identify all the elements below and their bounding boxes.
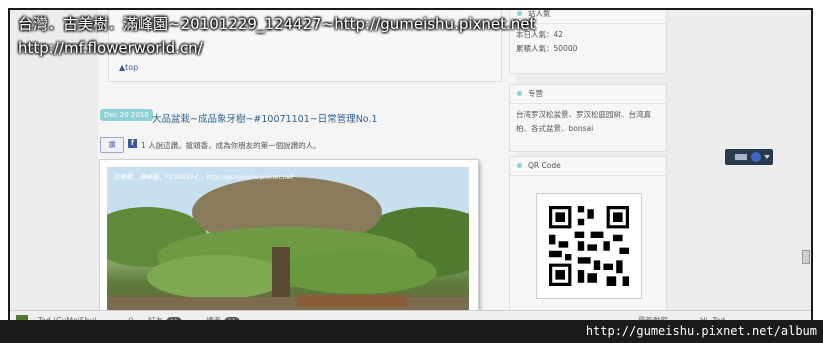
post-title-link[interactable]: 大品盆栽~成品象牙樹~#10071101~日常管理No.1 bbox=[152, 111, 378, 125]
scrollbar-thumb[interactable] bbox=[802, 250, 810, 264]
overlay-url: http://mf.flowerworld.cn/ bbox=[18, 39, 203, 57]
post-photo[interactable]: 古美樹．滿峰園．P1200334 ．http://gumeishu.pixnet… bbox=[100, 160, 478, 314]
specialty-text: 台湾罗汉松盆景、罗汉松庭园树、台湾真柏、各式盆景、bonsai bbox=[516, 110, 651, 133]
widget-bar-icon bbox=[735, 154, 747, 160]
qr-code-widget: QR Code bbox=[509, 156, 667, 314]
qr-code-icon bbox=[549, 206, 629, 286]
bonsai-photo: 古美樹．滿峰園．P1200334 ．http://gumeishu.pixnet… bbox=[107, 167, 469, 314]
facebook-like-button[interactable]: 讚 bbox=[100, 137, 124, 153]
overlay-title: 台灣．古美樹．滿峰園~20101229_124427~http://gumeis… bbox=[18, 15, 536, 33]
qr-code-image[interactable] bbox=[536, 193, 642, 299]
total-visitors: 累積人氣：50000 bbox=[516, 44, 578, 53]
back-to-top-link[interactable]: ▲top bbox=[119, 63, 138, 72]
album-watermark-bar: http://gumeishu.pixnet.net/album bbox=[0, 320, 823, 343]
screenshot-frame: ▲top Dec 20 2010 大品盆栽~成品象牙樹~#10071101~日常… bbox=[0, 0, 823, 343]
album-watermark: http://gumeishu.pixnet.net/album bbox=[585, 324, 817, 338]
bonsai-tree-illustration bbox=[107, 167, 469, 314]
help-icon[interactable] bbox=[751, 152, 761, 162]
today-visitors: 本日人氣：42 bbox=[516, 30, 564, 39]
post-date-badge: Dec 20 2010 bbox=[100, 109, 153, 121]
specialty-widget: 专营 台湾罗汉松盆景、罗汉松庭园树、台湾真柏、各式盆景、bonsai bbox=[509, 84, 667, 152]
facebook-icon: f bbox=[128, 139, 137, 148]
bullet-icon bbox=[517, 163, 522, 168]
photo-watermark: 古美樹．滿峰園．P1200334 ．http://gumeishu.pixnet… bbox=[113, 173, 294, 181]
facebook-like-text: 1 人說這讚。搶頭香，成為你朋友的第一個說讚的人。 bbox=[141, 141, 321, 150]
floating-widget[interactable] bbox=[725, 149, 773, 165]
qr-code-title: QR Code bbox=[528, 161, 561, 170]
qr-code-heading: QR Code bbox=[510, 157, 666, 176]
bullet-icon bbox=[517, 91, 522, 96]
specialty-heading: 专营 bbox=[510, 85, 666, 104]
chevron-down-icon[interactable] bbox=[764, 155, 770, 159]
specialty-title: 专营 bbox=[528, 89, 543, 98]
